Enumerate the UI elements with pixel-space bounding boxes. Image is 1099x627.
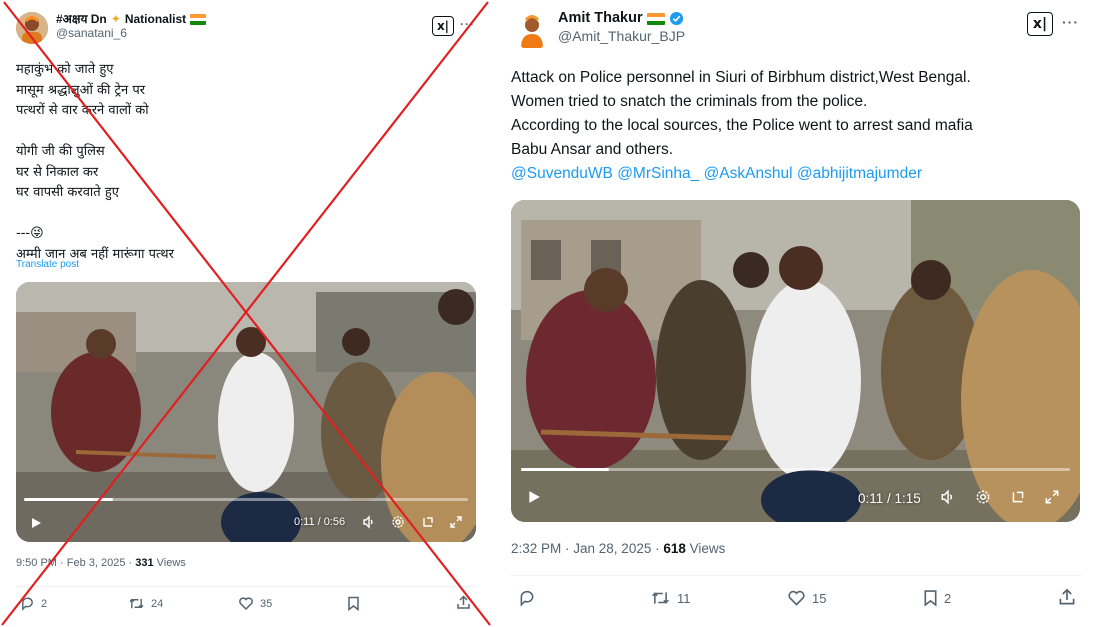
tweet-mentions[interactable]: @SuvenduWB @MrSinha_ @AskAnshul @abhijit…	[511, 162, 1091, 186]
views-label: Views	[153, 557, 186, 569]
grok-button[interactable]: x|	[1027, 12, 1053, 36]
heart-icon	[788, 590, 805, 606]
divider	[511, 575, 1081, 576]
share-icon	[1059, 588, 1075, 605]
india-flag-icon	[646, 12, 665, 25]
tweet-meta: 9:50 PM · Feb 3, 2025 · 331 Views	[16, 557, 186, 569]
share-icon	[457, 595, 470, 609]
tweet-meta: 2:32 PM · Jan 28, 2025 · 618 Views	[511, 541, 725, 556]
panel-divider	[493, 0, 497, 627]
post-timestamp[interactable]: 9:50 PM · Feb 3, 2025 ·	[16, 557, 135, 569]
display-name[interactable]: Amit Thakur	[558, 10, 643, 27]
retweet-icon	[652, 592, 669, 604]
like-button[interactable]: 15	[787, 589, 826, 607]
volume-icon[interactable]	[361, 514, 377, 530]
reply-icon	[520, 590, 534, 607]
play-icon[interactable]	[525, 488, 543, 506]
settings-gear-icon[interactable]	[974, 488, 992, 506]
like-button[interactable]: 35	[238, 596, 272, 611]
volume-icon[interactable]	[939, 488, 957, 506]
retweet-count: 24	[151, 597, 164, 610]
left-tweet-card: #अक्षय Dn ✦ Nationalist @sanatani_6 x| ·…	[0, 0, 492, 627]
name-suffix[interactable]: Nationalist	[125, 12, 186, 26]
share-button[interactable]	[456, 595, 471, 610]
avatar[interactable]	[512, 10, 552, 50]
reply-icon	[22, 597, 33, 611]
reply-button[interactable]	[518, 589, 542, 607]
avatar[interactable]	[16, 12, 48, 44]
video-timestamp: 0:11 / 0:56	[294, 516, 346, 528]
fullscreen-icon[interactable]	[1043, 488, 1061, 506]
settings-gear-icon[interactable]	[390, 514, 406, 530]
like-count: 35	[260, 597, 273, 610]
user-handle[interactable]: @sanatani_6	[56, 26, 206, 40]
bookmark-button[interactable]: 2	[923, 589, 951, 607]
video-progress-bar[interactable]	[24, 498, 468, 501]
tweet-text: महाकुंभ को जाते हुए मासूम श्रद्धालुओं की…	[16, 62, 174, 262]
reply-button[interactable]: 2	[20, 596, 47, 611]
play-icon[interactable]	[28, 515, 44, 531]
pip-icon[interactable]	[420, 514, 436, 530]
fullscreen-icon[interactable]	[448, 514, 464, 530]
divider	[16, 586, 476, 587]
display-name[interactable]: #अक्षय Dn	[56, 12, 107, 26]
retweet-button[interactable]: 11	[650, 589, 691, 607]
video-progress-bar[interactable]	[521, 468, 1070, 471]
right-tweet-header: Amit Thakur @Amit_Thakur_BJP	[512, 10, 685, 50]
pip-icon[interactable]	[1009, 488, 1027, 506]
sparkle-icon: ✦	[110, 12, 121, 26]
reply-count: 2	[41, 597, 48, 610]
verified-badge-icon	[669, 12, 683, 26]
translate-post-link[interactable]: Translate post	[16, 259, 79, 270]
retweet-icon	[129, 598, 144, 609]
retweet-count: 11	[677, 590, 691, 606]
right-tweet-card: Amit Thakur @Amit_Thakur_BJP x| ··· Atta…	[498, 0, 1099, 627]
video-timestamp: 0:11 / 1:15	[858, 491, 921, 506]
bookmark-button[interactable]	[347, 596, 360, 611]
more-options-button[interactable]: ···	[1062, 14, 1079, 30]
bookmark-icon	[348, 596, 359, 611]
retweet-button[interactable]: 24	[128, 596, 163, 611]
more-options-button[interactable]: ···	[460, 17, 475, 31]
share-button[interactable]	[1058, 588, 1076, 606]
video-frame	[16, 282, 476, 542]
like-count: 15	[812, 590, 827, 606]
bookmark-count: 2	[944, 590, 952, 606]
grok-button[interactable]: x|	[432, 16, 454, 36]
views-count: 618	[663, 541, 686, 556]
views-count: 331	[135, 557, 154, 569]
post-timestamp[interactable]: 2:32 PM · Jan 28, 2025 ·	[511, 541, 663, 556]
bookmark-icon	[924, 590, 937, 607]
india-flag-icon	[190, 13, 207, 25]
left-tweet-header: #अक्षय Dn ✦ Nationalist @sanatani_6	[16, 12, 207, 44]
views-label: Views	[685, 541, 726, 556]
user-handle[interactable]: @Amit_Thakur_BJP	[558, 28, 685, 45]
tweet-text: Attack on Police personnel in Siuri of B…	[511, 69, 973, 158]
video-frame	[511, 200, 1080, 522]
heart-icon	[239, 597, 253, 611]
tweet-video[interactable]: 0:11 / 0:56	[16, 282, 476, 542]
tweet-video[interactable]: 0:11 / 1:15	[511, 200, 1080, 522]
